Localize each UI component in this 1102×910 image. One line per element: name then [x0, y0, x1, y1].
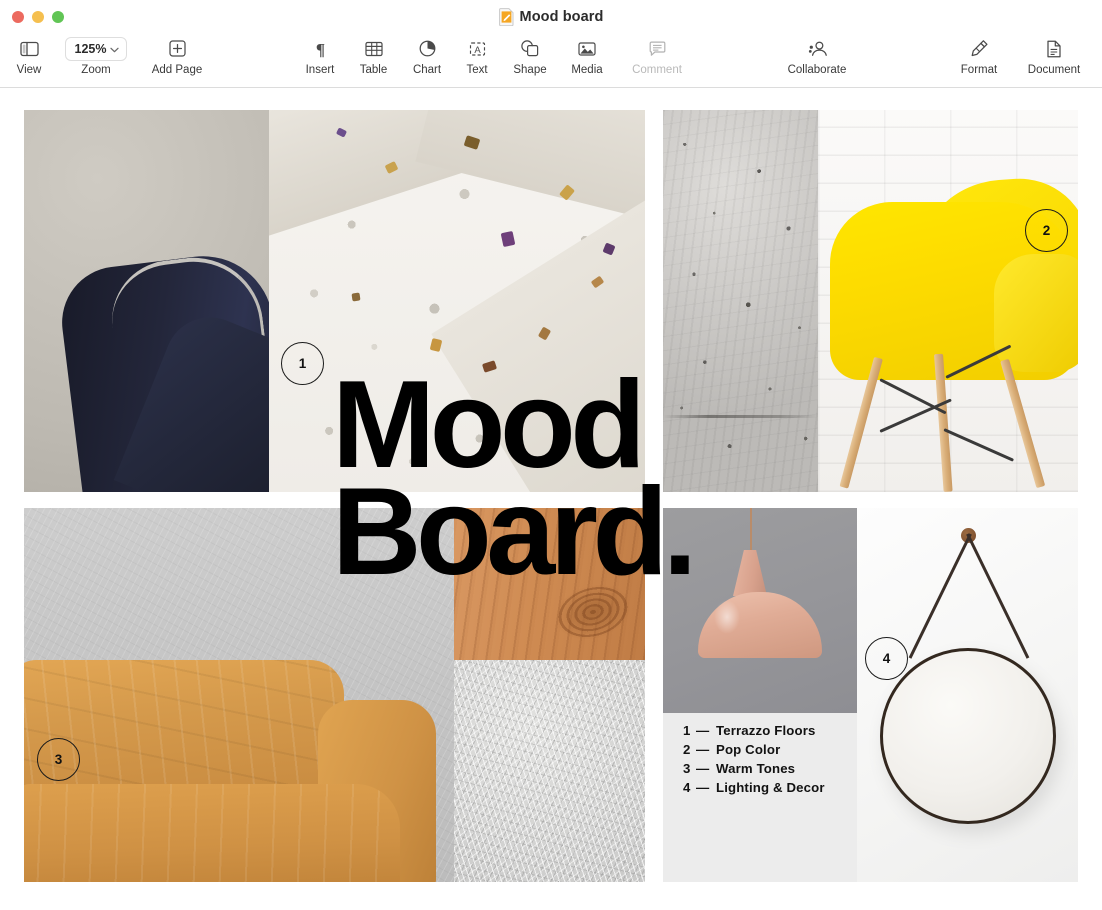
image-concrete-texture[interactable]	[663, 110, 818, 492]
legend-number-4: 4	[683, 780, 696, 795]
toolbar-add-page-label: Add Page	[152, 64, 203, 77]
image-gray-fur[interactable]	[454, 660, 645, 882]
legend-label-2: Pop Color	[716, 742, 780, 757]
chair-armrest-shape	[994, 254, 1078, 372]
image-wood-grain[interactable]	[454, 508, 645, 660]
legend-dash-1: —	[696, 723, 716, 738]
svg-text:A: A	[474, 45, 481, 56]
chevron-down-icon	[110, 40, 119, 58]
lamp-cord-shape	[750, 508, 752, 552]
maximize-button[interactable]	[52, 11, 64, 23]
image-yellow-chair[interactable]	[818, 110, 1078, 492]
toolbar-table-label: Table	[360, 64, 388, 77]
legend-label-1: Terrazzo Floors	[716, 723, 815, 738]
toolbar: View 125% Zoom	[0, 33, 1102, 88]
marker-4[interactable]: 4	[865, 637, 908, 680]
shape-icon	[521, 36, 539, 61]
wood-knot-detail	[549, 577, 636, 648]
terrazzo-chip-layer	[269, 110, 645, 492]
toolbar-text-label: Text	[466, 64, 487, 77]
toolbar-table-button[interactable]: Table	[351, 36, 396, 77]
media-image-icon	[578, 36, 596, 61]
legend-item-2: 2 — Pop Color	[683, 742, 825, 757]
legend-label-3: Warm Tones	[716, 761, 795, 776]
image-round-mirror[interactable]	[857, 508, 1078, 882]
toolbar-format-button[interactable]: Format	[950, 36, 1008, 77]
toolbar-view-label: View	[17, 64, 42, 77]
legend-number-3: 3	[683, 761, 696, 776]
toolbar-document-button[interactable]: Document	[1015, 36, 1093, 77]
minimize-button[interactable]	[32, 11, 44, 23]
toolbar-chart-button[interactable]: Chart	[404, 36, 450, 77]
mirror-strap-right	[908, 533, 971, 658]
concrete-speck-layer	[663, 110, 818, 492]
table-icon	[365, 36, 383, 61]
toolbar-chart-label: Chart	[413, 64, 441, 77]
toolbar-insert-label: Insert	[306, 64, 335, 77]
pilcrow-icon: ¶	[313, 36, 328, 61]
lamp-cone-shape	[733, 550, 767, 596]
toolbar-add-page-button[interactable]: Add Page	[146, 36, 208, 77]
zoom-value: 125%	[75, 42, 107, 56]
image-camel-sofa[interactable]	[24, 508, 454, 882]
window-title: Mood board	[520, 9, 604, 25]
marker-2[interactable]: 2	[1025, 209, 1068, 252]
toolbar-format-label: Format	[961, 64, 997, 77]
document-page-icon	[1046, 36, 1062, 61]
sidebar-panel-icon	[20, 36, 39, 61]
window-title-group: Mood board	[0, 0, 1102, 33]
window-controls	[12, 0, 64, 33]
mirror-strap-left	[966, 533, 1029, 658]
add-page-icon	[169, 36, 186, 61]
legend-panel[interactable]: 1 — Terrazzo Floors 2 — Pop Color 3 — Wa…	[663, 713, 857, 882]
document-canvas[interactable]: 1 — Terrazzo Floors 2 — Pop Color 3 — Wa…	[0, 88, 1102, 910]
toolbar-media-label: Media	[571, 64, 602, 77]
format-brush-icon	[970, 36, 989, 61]
lamp-shade-shape	[698, 592, 822, 658]
collaborate-person-icon	[807, 36, 828, 61]
sofa-seat-shape	[24, 784, 400, 882]
text-box-icon: A	[468, 36, 487, 61]
toolbar-comment-button[interactable]: Comment	[620, 36, 694, 77]
toolbar-view-button[interactable]: View	[10, 36, 48, 77]
legend-dash-2: —	[696, 742, 716, 757]
toolbar-collaborate-label: Collaborate	[788, 64, 847, 77]
legend-list: 1 — Terrazzo Floors 2 — Pop Color 3 — Wa…	[683, 723, 825, 795]
pie-chart-icon	[419, 36, 436, 61]
concrete-seam-line	[663, 415, 818, 418]
svg-text:¶: ¶	[315, 40, 324, 58]
toolbar-zoom-control[interactable]: 125% Zoom	[60, 36, 132, 77]
legend-dash-4: —	[696, 780, 716, 795]
image-pendant-lamp[interactable]	[663, 508, 857, 713]
toolbar-text-button[interactable]: A Text	[457, 36, 497, 77]
marker-3[interactable]: 3	[37, 738, 80, 781]
mirror-glass-ring	[880, 648, 1056, 824]
toolbar-shape-label: Shape	[513, 64, 546, 77]
legend-item-3: 3 — Warm Tones	[683, 761, 825, 776]
image-navy-chair[interactable]	[24, 110, 269, 492]
image-terrazzo[interactable]	[269, 110, 645, 492]
toolbar-zoom-label: Zoom	[81, 64, 110, 77]
toolbar-collaborate-button[interactable]: Collaborate	[774, 36, 860, 77]
toolbar-insert-button[interactable]: ¶ Insert	[297, 36, 343, 77]
legend-item-1: 1 — Terrazzo Floors	[683, 723, 825, 738]
document-page[interactable]: 1 — Terrazzo Floors 2 — Pop Color 3 — Wa…	[24, 110, 1078, 882]
comment-bubble-icon	[649, 36, 666, 61]
zoom-popup[interactable]: 125%	[65, 36, 128, 61]
close-button[interactable]	[12, 11, 24, 23]
legend-number-2: 2	[683, 742, 696, 757]
toolbar-media-button[interactable]: Media	[562, 36, 612, 77]
fur-texture-layer	[454, 660, 645, 882]
toolbar-comment-label: Comment	[632, 64, 682, 77]
legend-item-4: 4 — Lighting & Decor	[683, 780, 825, 795]
toolbar-document-label: Document	[1028, 64, 1080, 77]
pages-window: Mood board View 125%	[0, 0, 1102, 910]
marker-1[interactable]: 1	[281, 342, 324, 385]
legend-dash-3: —	[696, 761, 716, 776]
legend-number-1: 1	[683, 723, 696, 738]
title-bar: Mood board	[0, 0, 1102, 33]
toolbar-shape-button[interactable]: Shape	[505, 36, 555, 77]
legend-label-4: Lighting & Decor	[716, 780, 825, 795]
pages-document-icon	[499, 8, 514, 26]
